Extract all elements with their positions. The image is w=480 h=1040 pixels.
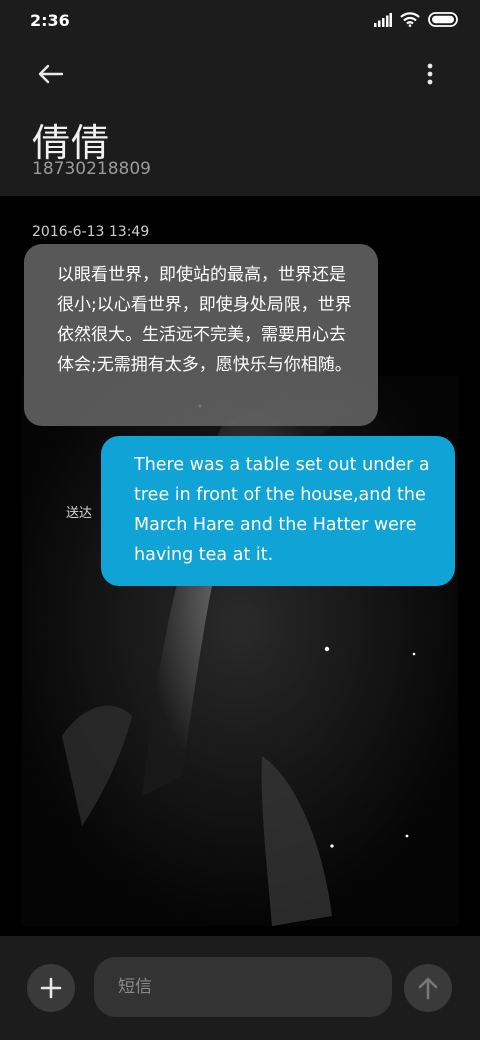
send-button[interactable] [404,964,452,1012]
status-icons [374,12,460,27]
status-bar: 2:36 [0,0,480,42]
message-timestamp: 2016-6-13 13:49 [32,224,150,240]
message-list[interactable]: 2016-6-13 13:49 以眼看世界，即使站的最高，世界还是很小;以心看世… [0,196,480,936]
add-attachment-button[interactable] [27,964,75,1012]
arrow-left-icon [38,64,64,84]
wifi-icon [400,12,420,27]
signal-icon [374,12,392,27]
more-vertical-icon [427,63,433,85]
status-time: 2:36 [30,11,70,30]
incoming-message-bubble[interactable]: 以眼看世界，即使站的最高，世界还是很小;以心看世界，即使身处局限，世界依然很大。… [24,244,378,426]
message-composer [0,936,480,1040]
delivery-status: 送达 [66,506,93,521]
arrow-up-icon [418,977,438,1000]
conversation-header: 倩倩 18730218809 [0,42,480,196]
more-options-button[interactable] [416,54,444,94]
incoming-message-text: 以眼看世界，即使站的最高，世界还是很小;以心看世界，即使身处局限，世界依然很大。… [57,265,352,375]
message-input[interactable] [94,957,392,1017]
outgoing-message-text: There was a table set out under a tree i… [134,455,430,565]
battery-icon [428,12,460,27]
back-button[interactable] [30,54,70,94]
plus-icon [40,977,62,999]
contact-number[interactable]: 18730218809 [32,159,151,179]
outgoing-message-bubble[interactable]: There was a table set out under a tree i… [101,436,455,586]
